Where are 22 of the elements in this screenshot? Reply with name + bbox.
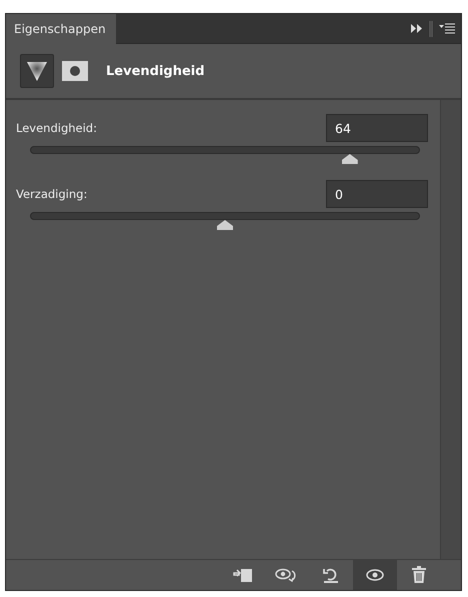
slider[interactable] — [30, 146, 420, 164]
undo-icon — [322, 566, 340, 584]
eye-icon — [366, 569, 384, 581]
divider-icon — [429, 20, 433, 36]
slider-label: Levendigheid: — [16, 121, 97, 135]
triangle-icon — [26, 60, 48, 82]
panel-tab[interactable]: Eigenschappen — [6, 14, 116, 44]
mask-icon[interactable] — [62, 61, 88, 81]
slider-label: Verzadiging: — [16, 187, 88, 201]
scroll-bar[interactable] — [440, 100, 461, 559]
collapse-icon[interactable] — [411, 24, 423, 33]
slider[interactable] — [30, 212, 420, 230]
slider-thumb[interactable] — [217, 220, 233, 230]
value-field[interactable]: 0 — [326, 180, 428, 208]
adjustment-button[interactable] — [20, 54, 54, 88]
clip-icon — [233, 567, 253, 583]
menu-icon[interactable] — [439, 23, 455, 34]
slider-thumb[interactable] — [342, 154, 358, 164]
toolbar-button[interactable] — [353, 560, 397, 590]
trash-icon — [411, 566, 427, 584]
value-field[interactable]: 64 — [326, 114, 428, 142]
panel-title: Levendigheid — [106, 64, 205, 78]
